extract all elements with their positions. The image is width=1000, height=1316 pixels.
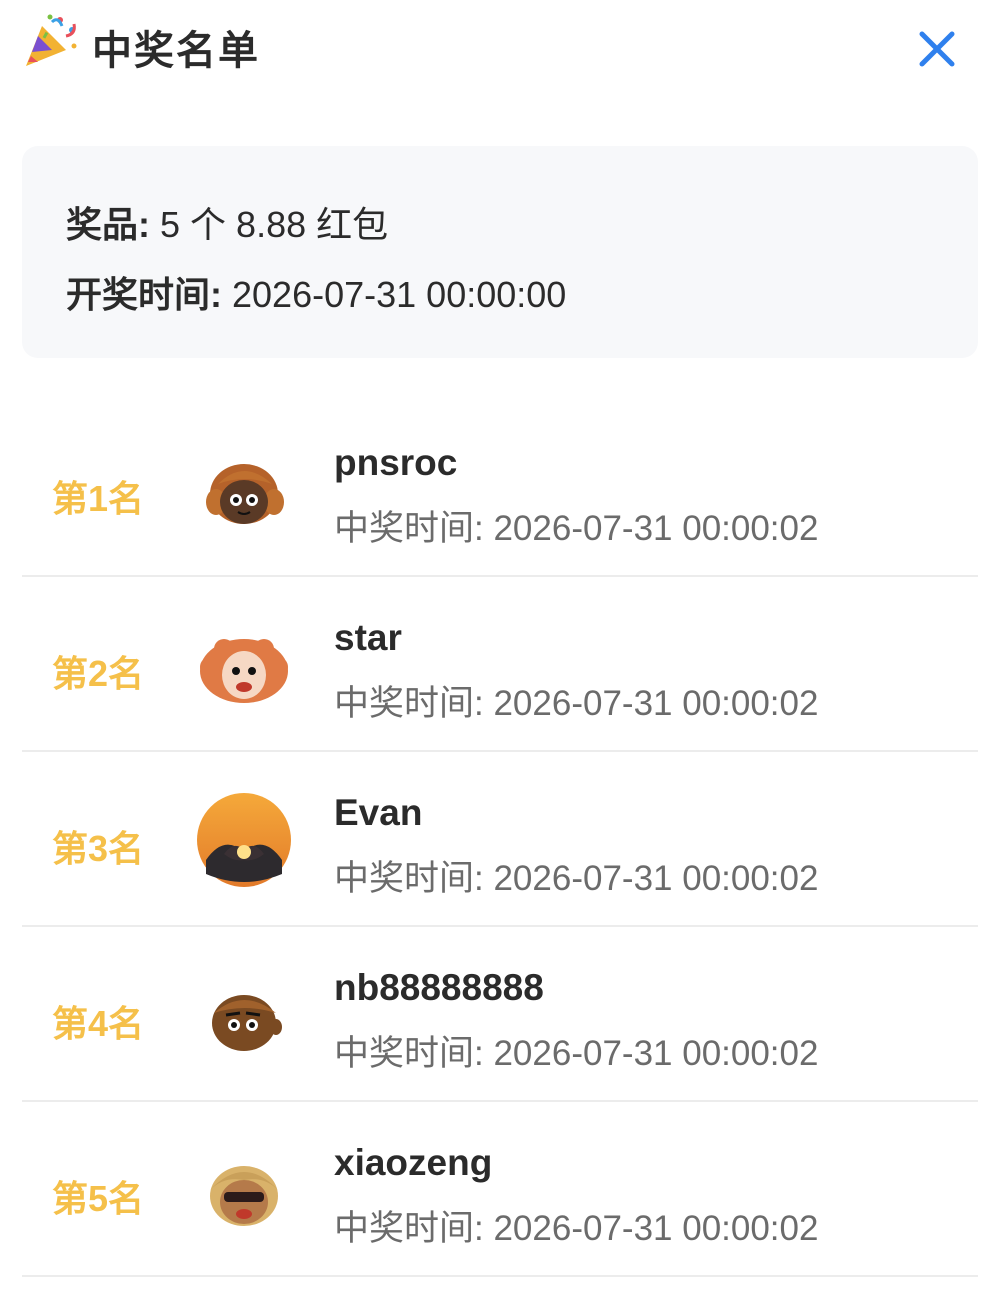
win-time-label: 中奖时间: [334, 859, 484, 898]
win-time: 中奖时间: 2026-07-31 00:00:02 [334, 850, 818, 901]
rank-label: 第1名 [52, 478, 145, 519]
winner-name: pnsroc [334, 442, 458, 483]
winner-row: 第5名 xiaozeng 中奖时间: 2026-07-31 00:00:02 [22, 1102, 978, 1277]
avatar[interactable] [194, 790, 294, 890]
winner-name: xiaozeng [334, 1142, 493, 1183]
prize-label: 奖品: [66, 204, 150, 245]
win-time: 中奖时间: 2026-07-31 00:00:02 [334, 675, 818, 726]
winner-name: nb88888888 [334, 967, 544, 1008]
win-time-label: 中奖时间: [334, 1209, 484, 1248]
avatar[interactable] [194, 615, 294, 715]
rank-label: 第4名 [52, 1003, 145, 1044]
prize-value: 5 个 8.88 红包 [160, 204, 389, 245]
win-time-label: 中奖时间: [334, 509, 484, 548]
win-time-value: 2026-07-31 00:00:02 [493, 1209, 819, 1248]
header: 中奖名单 [0, 0, 1000, 100]
avatar[interactable] [194, 440, 294, 540]
winner-row: 第4名 nb88888888 中奖时间: 2026-07-31 00:00:02 [22, 927, 978, 1102]
rank-label: 第3名 [52, 828, 145, 869]
winner-row: 第3名 Evan 中奖时间: 2026-07-31 00:00:02 [22, 752, 978, 927]
prize-line: 奖品: 5 个 8.88 红包 [66, 196, 388, 248]
close-icon [919, 31, 955, 67]
party-popper-icon [22, 12, 80, 70]
rank-label: 第5名 [52, 1178, 145, 1219]
win-time-value: 2026-07-31 00:00:02 [493, 859, 819, 898]
draw-time-label: 开奖时间: [66, 274, 222, 315]
win-time-label: 中奖时间: [334, 684, 484, 723]
win-time: 中奖时间: 2026-07-31 00:00:02 [334, 500, 818, 551]
win-time-value: 2026-07-31 00:00:02 [493, 684, 819, 723]
winner-name: Evan [334, 792, 423, 833]
winner-row: 第2名 star 中奖时间: 2026-07-31 00:00:02 [22, 577, 978, 752]
winner-name: star [334, 617, 402, 658]
close-button[interactable] [912, 24, 962, 74]
page-title: 中奖名单 [92, 29, 260, 73]
avatar[interactable] [194, 1140, 294, 1240]
prize-info-card: 奖品: 5 个 8.88 红包 开奖时间: 2026-07-31 00:00:0… [22, 146, 978, 358]
win-time-value: 2026-07-31 00:00:02 [493, 509, 819, 548]
winner-list: 第1名 pnsroc 中奖时间: 2026-07-31 00:00:02 第2名 [22, 402, 978, 1277]
winner-row: 第1名 pnsroc 中奖时间: 2026-07-31 00:00:02 [22, 402, 978, 577]
rank-label: 第2名 [52, 653, 145, 694]
win-time-label: 中奖时间: [334, 1034, 484, 1073]
win-time: 中奖时间: 2026-07-31 00:00:02 [334, 1025, 818, 1076]
win-time-value: 2026-07-31 00:00:02 [493, 1034, 819, 1073]
avatar[interactable] [194, 965, 294, 1065]
draw-time-line: 开奖时间: 2026-07-31 00:00:00 [66, 266, 566, 318]
draw-time-value: 2026-07-31 00:00:00 [232, 274, 567, 315]
win-time: 中奖时间: 2026-07-31 00:00:02 [334, 1200, 818, 1251]
